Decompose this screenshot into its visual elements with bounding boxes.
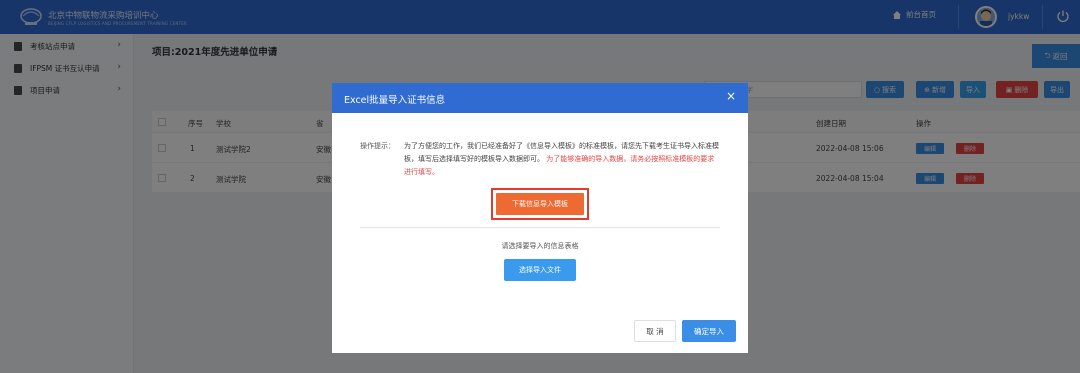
modal-header: Excel批量导入证书信息 × — [332, 83, 748, 113]
confirm-import-button[interactable]: 确定导入 — [682, 320, 736, 342]
download-template-button[interactable]: 下载信息导入模板 — [496, 193, 584, 215]
import-modal: Excel批量导入证书信息 × 操作提示： 为了方便您的工作，我们已经准备好了《… — [332, 83, 748, 353]
download-highlight-frame: 下载信息导入模板 — [491, 188, 589, 220]
pick-file-hint: 请选择要导入的信息表格 — [501, 242, 579, 250]
modal-title: Excel批量导入证书信息 — [344, 95, 446, 106]
cancel-button[interactable]: 取 消 — [634, 320, 676, 342]
operation-hint-text: 为了方便您的工作，我们已经准备好了《信息导入模板》的标准模板，请您先下载考生证书… — [404, 140, 720, 179]
close-icon[interactable]: × — [726, 89, 736, 103]
divider — [360, 227, 720, 228]
operation-hint-label: 操作提示： — [360, 142, 395, 150]
choose-file-button[interactable]: 选择导入文件 — [504, 259, 576, 281]
